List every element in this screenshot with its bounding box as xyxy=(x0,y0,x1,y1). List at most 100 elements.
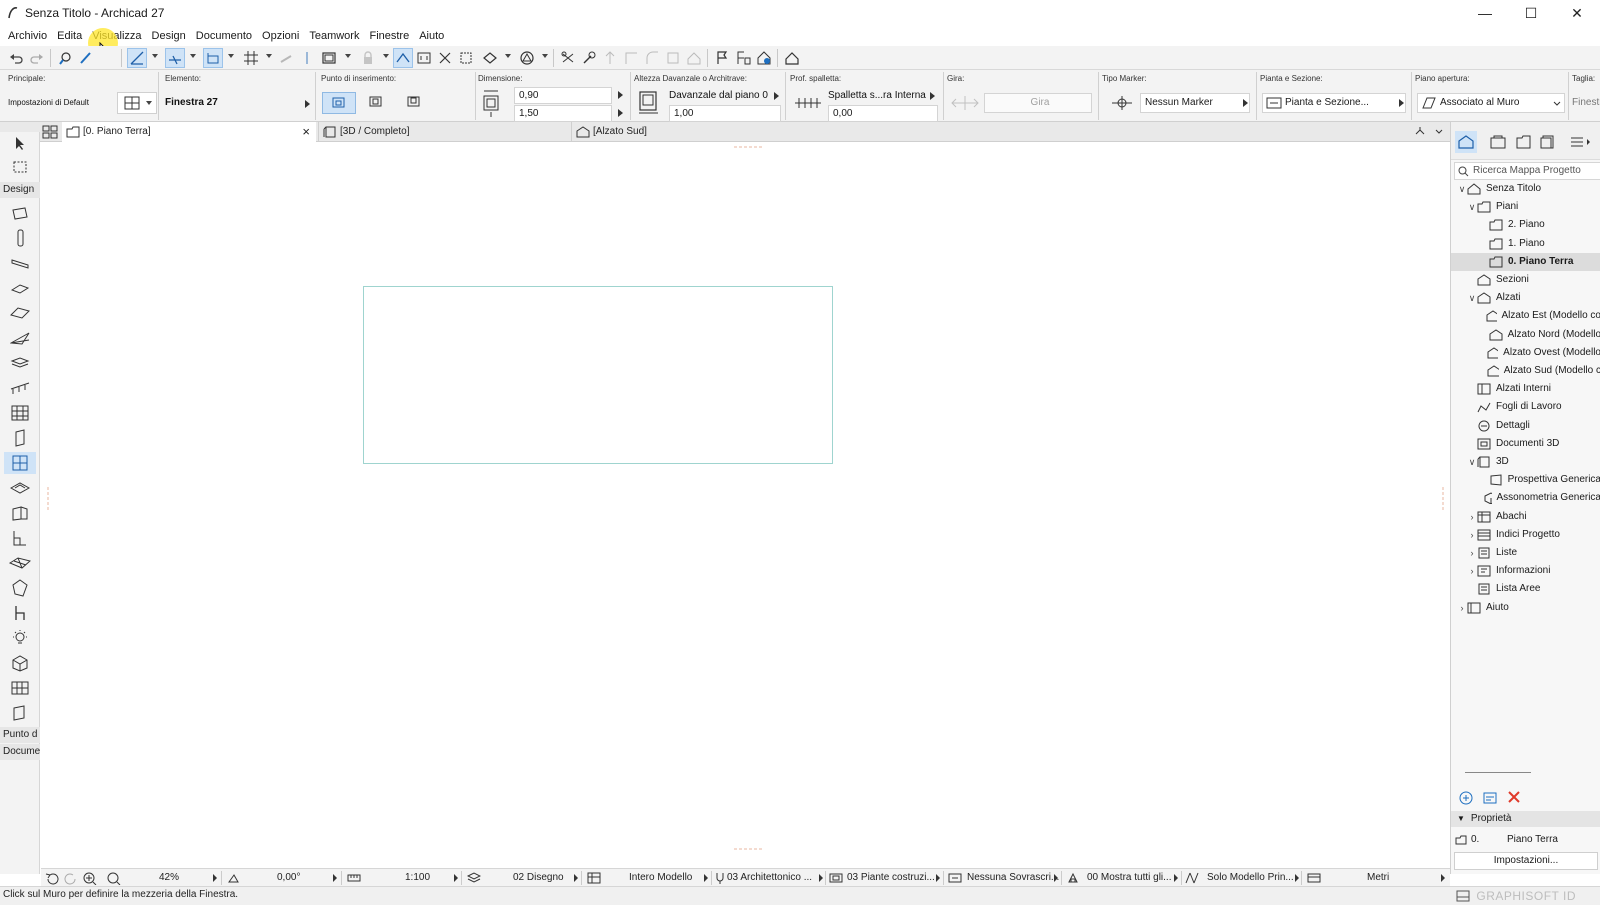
tree-item[interactable]: › Abachi xyxy=(1451,508,1600,526)
tree-item[interactable]: 0. Piano Terra xyxy=(1451,252,1600,271)
zone-tool-icon[interactable] xyxy=(4,652,36,674)
anchor-center-button[interactable] xyxy=(362,92,390,114)
favorites-button[interactable] xyxy=(117,92,157,114)
tree-toggle-icon[interactable]: ∨ xyxy=(1467,289,1477,307)
layout-dropdown-icon[interactable] xyxy=(345,54,351,58)
rotation-icon[interactable] xyxy=(227,872,240,885)
mvo-icon[interactable] xyxy=(829,873,843,883)
object-tool-icon[interactable] xyxy=(4,602,36,624)
settings-button[interactable]: Impostazioni... xyxy=(1454,852,1598,870)
punto-heading[interactable]: Punto d xyxy=(0,727,40,743)
railing-tool-icon[interactable] xyxy=(4,377,36,399)
view-map-icon[interactable] xyxy=(1487,131,1509,153)
tree-item[interactable]: Assonometria Generica xyxy=(1451,489,1600,507)
tree-toggle-icon[interactable]: › xyxy=(1467,508,1477,526)
grid-snap-icon[interactable] xyxy=(241,48,261,68)
trace-icon[interactable] xyxy=(297,48,317,68)
tab-plan[interactable]: [0. Piano Terra] × xyxy=(62,122,316,142)
delete-icon[interactable] xyxy=(1507,790,1521,804)
scale-arrow-icon[interactable] xyxy=(454,874,458,882)
lock-icon[interactable] xyxy=(358,48,378,68)
tree-toggle-icon[interactable]: › xyxy=(1467,526,1477,544)
publisher-icon[interactable] xyxy=(1537,131,1559,153)
tree-item[interactable]: Alzato Ovest (Modello xyxy=(1451,344,1600,362)
adjust-icon[interactable] xyxy=(579,48,599,68)
altezza-arrow-icon[interactable] xyxy=(774,92,779,100)
tree-item[interactable]: › Informazioni xyxy=(1451,562,1600,580)
tree-item[interactable]: ∨ 3D xyxy=(1451,453,1600,471)
tree-item[interactable]: › Indici Progetto xyxy=(1451,526,1600,544)
menu-edita[interactable]: Edita xyxy=(52,26,87,46)
structure-icon[interactable] xyxy=(1185,872,1199,884)
design-heading[interactable]: Design xyxy=(0,182,40,198)
fillet-icon[interactable] xyxy=(642,48,662,68)
grid-dropdown-icon[interactable] xyxy=(266,54,272,58)
story-id[interactable]: 0. xyxy=(1471,831,1479,849)
drawing-canvas[interactable] xyxy=(41,142,1450,868)
principale-value[interactable]: Impostazioni di Default xyxy=(8,98,89,107)
zoom-forward-icon[interactable] xyxy=(64,872,78,885)
menu-archivio[interactable]: Archivio xyxy=(3,26,52,46)
shape-dropdown-icon[interactable] xyxy=(542,54,548,58)
corner-window-tool-icon[interactable] xyxy=(4,527,36,549)
mvo-arrow-icon[interactable] xyxy=(936,874,940,882)
sill-height-field[interactable]: 1,00 xyxy=(669,105,781,122)
pen-set-icon[interactable] xyxy=(715,872,725,884)
tree-item[interactable]: Sezioni xyxy=(1451,271,1600,289)
split-icon[interactable] xyxy=(558,48,578,68)
anchor-right-button[interactable] xyxy=(400,92,428,114)
menu-documento[interactable]: Documento xyxy=(191,26,257,46)
zoom-back-icon[interactable] xyxy=(45,872,59,885)
pianta-field[interactable]: Pianta e Sezione... xyxy=(1262,93,1406,113)
wall-tool-icon[interactable] xyxy=(4,202,36,224)
guide-lines-icon[interactable] xyxy=(127,48,147,68)
width-field[interactable]: 0,90 xyxy=(514,87,612,104)
structure-value[interactable]: Solo Modello Prin... xyxy=(1207,869,1294,887)
group-icon[interactable] xyxy=(456,48,476,68)
project-map-icon[interactable] xyxy=(1455,131,1477,153)
snap-guides-icon[interactable] xyxy=(165,48,185,68)
elemento-arrow-icon[interactable] xyxy=(305,100,310,108)
tab-3d[interactable]: [3D / Completo] xyxy=(318,122,570,142)
tab-close-icon[interactable]: × xyxy=(302,122,310,142)
override-icon[interactable] xyxy=(948,873,962,883)
tree-item[interactable]: Alzato Nord (Modello xyxy=(1451,326,1600,344)
find-select-icon[interactable] xyxy=(55,48,75,68)
height-arrow-icon[interactable] xyxy=(618,109,623,117)
marker-arrow-icon[interactable] xyxy=(1243,99,1248,107)
renovation-icon[interactable] xyxy=(1067,872,1079,884)
new-view-icon[interactable] xyxy=(1459,791,1473,805)
docume-heading[interactable]: Docume xyxy=(0,744,40,760)
zone-icon[interactable] xyxy=(754,48,774,68)
undo-icon[interactable] xyxy=(6,48,26,68)
navigator-menu-icon[interactable] xyxy=(1569,131,1591,153)
wall-outline[interactable] xyxy=(363,286,833,464)
mvo-value[interactable]: 03 Piante costruzi... xyxy=(847,869,935,887)
arrow-tool-icon[interactable] xyxy=(4,132,36,154)
model-value[interactable]: Intero Modello xyxy=(629,869,692,887)
layer-arrow-icon[interactable] xyxy=(574,874,578,882)
tree-toggle-icon[interactable]: ∨ xyxy=(1467,198,1477,216)
stair-tool-icon[interactable] xyxy=(4,352,36,374)
pick-up-icon[interactable] xyxy=(76,48,96,68)
bottom-splitter-handle[interactable] xyxy=(734,847,764,851)
model-display-icon[interactable] xyxy=(587,872,601,884)
layout-book-icon[interactable] xyxy=(1513,131,1535,153)
layer-value[interactable]: 02 Disegno xyxy=(513,869,564,887)
renovation-arrow-icon[interactable] xyxy=(1174,874,1178,882)
tree-toggle-icon[interactable]: ∨ xyxy=(1467,453,1477,471)
tree-item[interactable]: Alzati Interni xyxy=(1451,380,1600,398)
status-panel-icon[interactable] xyxy=(1456,890,1470,902)
slab-tool-icon[interactable] xyxy=(4,277,36,299)
pianta-arrow-icon[interactable] xyxy=(1399,99,1404,107)
minimize-button[interactable]: — xyxy=(1462,0,1508,26)
shell-tool-icon[interactable] xyxy=(4,327,36,349)
pen-value[interactable]: 03 Architettonico ... xyxy=(727,869,812,887)
override-arrow-icon[interactable] xyxy=(1054,874,1058,882)
menu-opzioni[interactable]: Opzioni xyxy=(257,26,304,46)
tab-elevation[interactable]: [Alzato Sud] xyxy=(571,122,823,142)
close-button[interactable]: ✕ xyxy=(1554,0,1600,26)
tree-item[interactable]: 2. Piano xyxy=(1451,216,1600,234)
angle-arrow-icon[interactable] xyxy=(333,874,337,882)
apertura-select[interactable]: Associato al Muro xyxy=(1417,93,1565,113)
